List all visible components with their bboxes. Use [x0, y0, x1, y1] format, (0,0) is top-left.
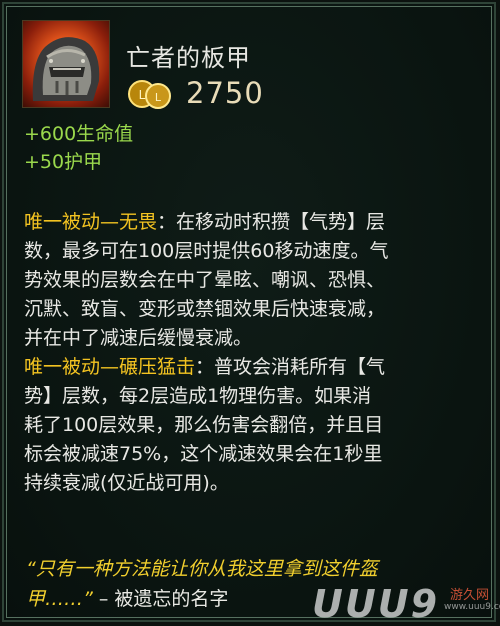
- passive-description: 唯一被动—无畏：在移动时积攒【气势】层 数，最多可在100层时提供60移动速度。…: [24, 208, 494, 498]
- passive2-label: 唯一被动—碾压猛击: [24, 356, 196, 378]
- passive1-label: 唯一被动—无畏: [24, 211, 158, 233]
- item-cost: 2750: [186, 76, 264, 110]
- passive2-line: 势】层数，每2层造成1物理伤害。如果消: [24, 385, 372, 407]
- stats-block: +600生命值 +50护甲: [24, 120, 133, 176]
- armor-helmet-icon: [22, 20, 110, 108]
- stat-armor: +50护甲: [24, 151, 103, 173]
- passive2-line: 标会被减速75%，这个减速效果会在1秒里: [24, 443, 383, 465]
- quote-line: “只有一种方法能让你从我这里拿到这件盔: [26, 558, 378, 580]
- passive1-line: 势效果的层数会在中了晕眩、嘲讽、恐惧、: [24, 269, 386, 291]
- stat-health: +600生命值: [24, 123, 134, 145]
- quote-author: – 被遗忘的名字: [92, 588, 229, 610]
- passive1-line: 沉默、致盲、变形或禁锢效果后快速衰减，: [24, 298, 386, 320]
- passive1-line: 数，最多可在100层时提供60移动速度。气: [24, 240, 389, 262]
- passive2-line: 持续衰减(仅近战可用)。: [24, 472, 229, 494]
- passive2-line: 唯一被动—碾压猛击：普攻会消耗所有【气: [24, 356, 386, 378]
- passive1-line: 并在中了减速后缓慢衰减。: [24, 327, 253, 349]
- passive2-line: 耗了100层效果，那么伤害会翻倍，并且目: [24, 414, 384, 436]
- item-tooltip: 亡者的板甲 L L 2750 +600生命值 +50护甲 唯一被动—无畏：在移动…: [2, 2, 500, 626]
- passive1-line: 唯一被动—无畏：在移动时积攒【气势】层: [24, 211, 386, 233]
- watermark-logo: UUU9: [312, 582, 440, 626]
- svg-text:L: L: [155, 91, 162, 104]
- watermark-site: 游久网: [450, 588, 490, 603]
- svg-text:L: L: [139, 88, 146, 102]
- watermark-url: www.uuu9.com: [444, 602, 500, 612]
- gold-coin-icon: L L: [126, 78, 174, 110]
- item-name: 亡者的板甲: [126, 44, 251, 72]
